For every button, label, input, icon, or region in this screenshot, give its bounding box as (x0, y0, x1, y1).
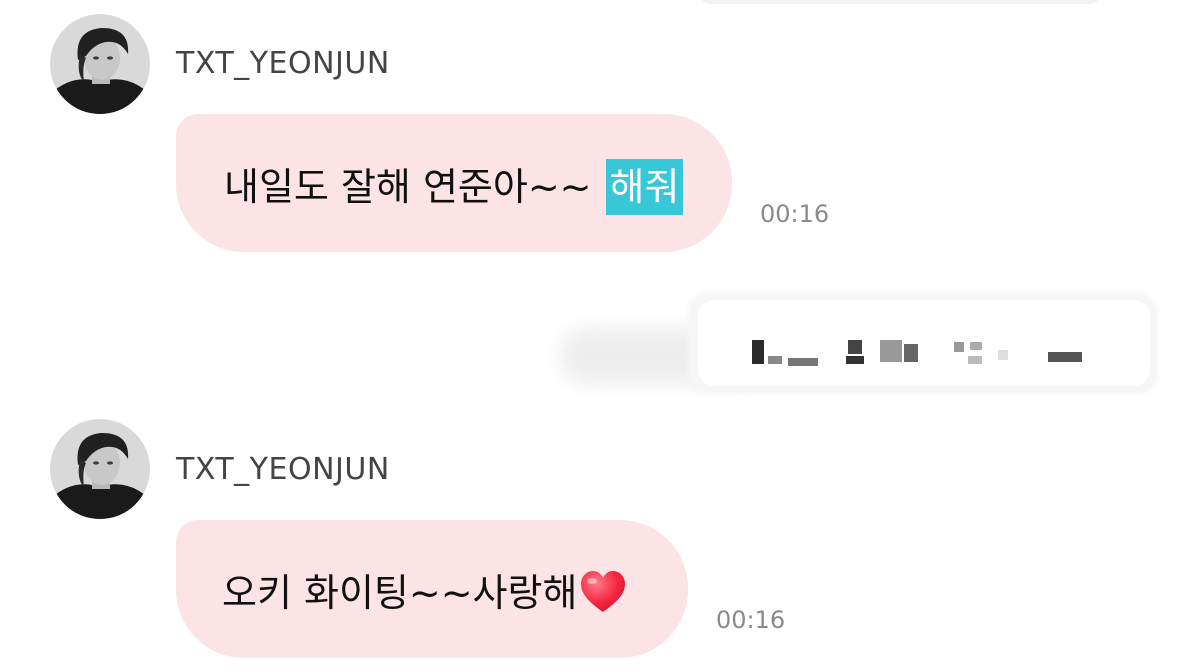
message-text: 오키 화이팅~~사랑해 (222, 570, 578, 615)
blurred-sent-message (560, 292, 1160, 412)
sender-avatar[interactable] (50, 14, 150, 114)
sender-name: TXT_YEONJUN (176, 46, 390, 81)
received-message-bubble[interactable]: 오키 화이팅~~사랑해 (176, 520, 688, 658)
highlighted-text: 해줘 (605, 158, 684, 215)
message-timestamp: 00:16 (760, 200, 830, 228)
previous-message-edge (700, 0, 1100, 4)
message-timestamp: 00:16 (716, 606, 786, 634)
avatar-image (50, 419, 150, 519)
message-text: 내일도 잘해 연준아~~ (224, 164, 592, 209)
avatar-image (50, 14, 150, 114)
received-message-bubble[interactable]: 내일도 잘해 연준아~~ 해줘 (176, 114, 732, 252)
sender-avatar[interactable] (50, 419, 150, 519)
heart-emoji-icon (581, 571, 626, 612)
sender-name: TXT_YEONJUN (176, 452, 390, 487)
